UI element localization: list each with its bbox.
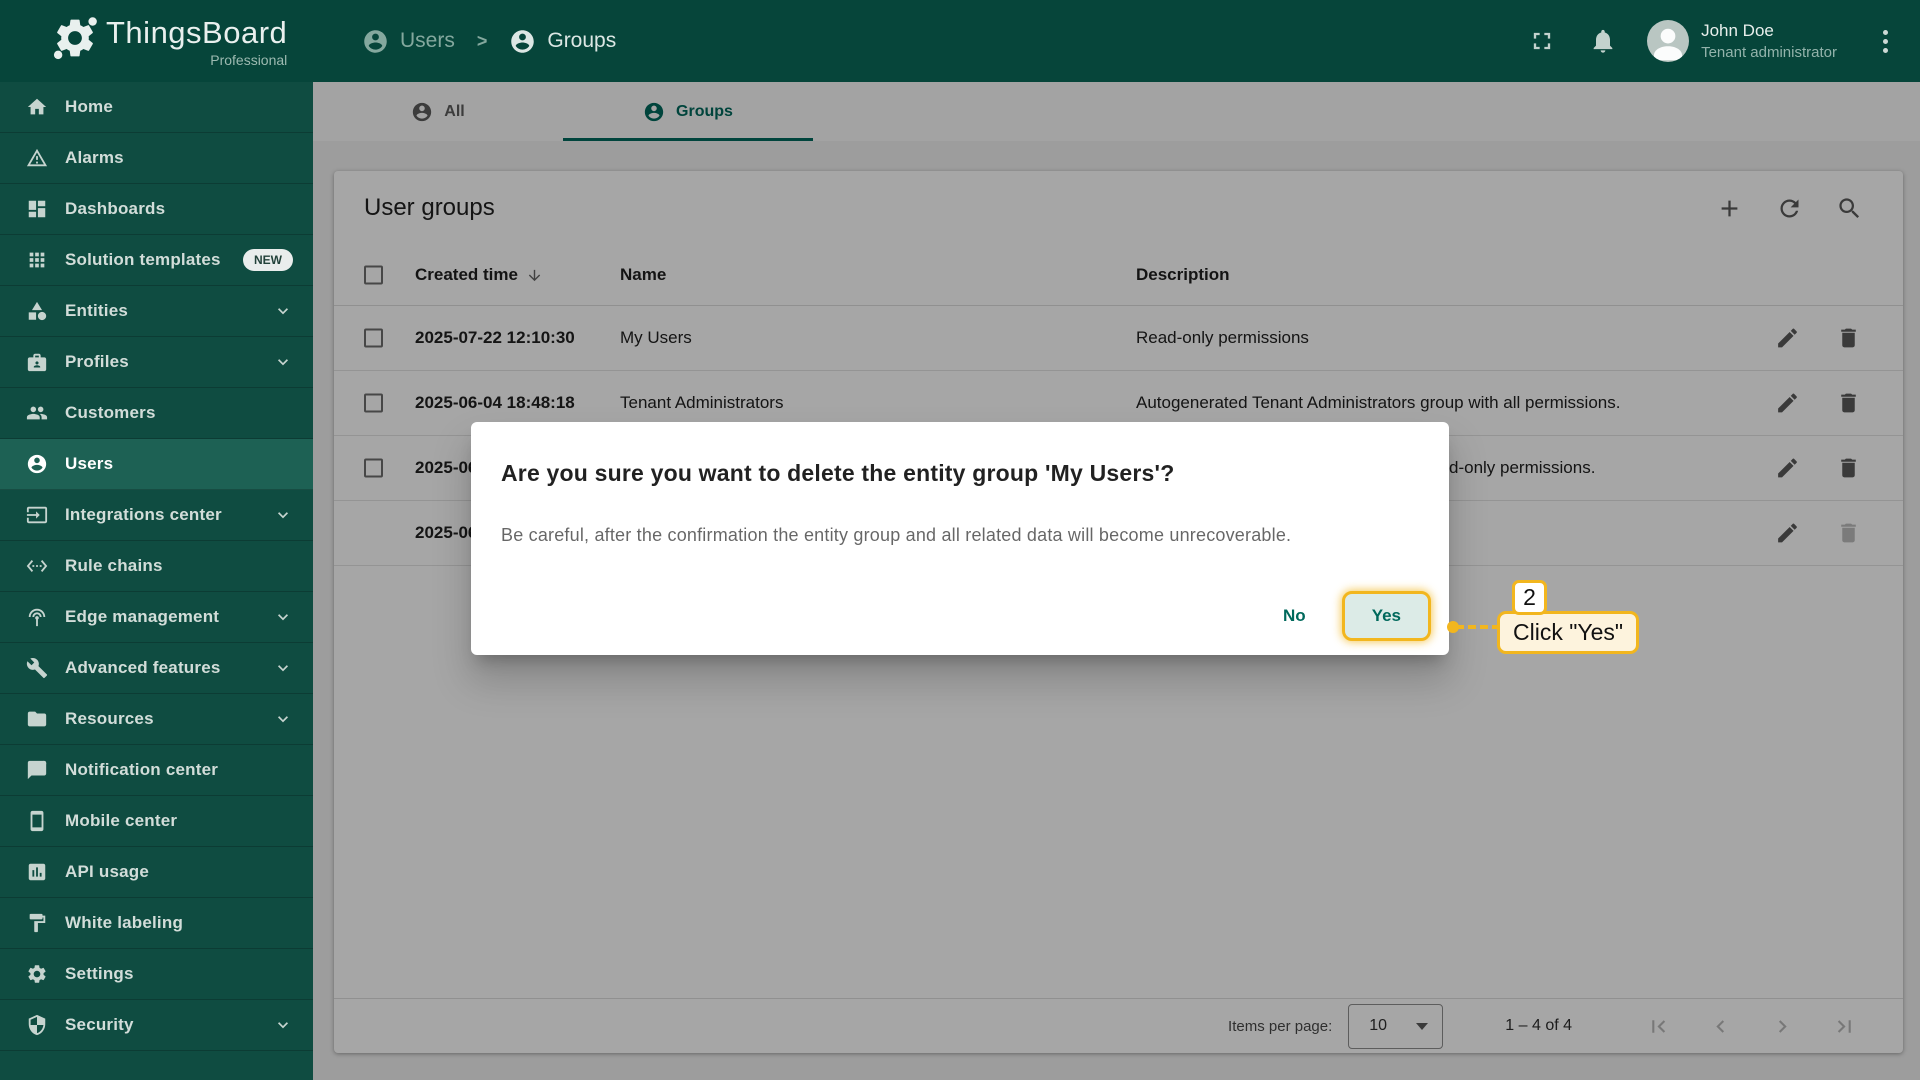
sidebar-item-label: Solution templates bbox=[65, 250, 221, 269]
sidebar-item-label: Settings bbox=[65, 964, 134, 983]
dialog-title: Are you sure you want to delete the enti… bbox=[501, 460, 1175, 486]
user-info[interactable]: John Doe Tenant administrator bbox=[1701, 21, 1837, 61]
sidebar-item-edge-management[interactable]: Edge management bbox=[0, 592, 313, 643]
sidebar-item-label: Users bbox=[65, 454, 114, 473]
sidebar-item-advanced-features[interactable]: Advanced features bbox=[0, 643, 313, 694]
warning-icon bbox=[26, 147, 48, 169]
gear-icon bbox=[26, 963, 48, 985]
breadcrumb: Users > Groups bbox=[362, 0, 616, 82]
sidebar-item-label: Mobile center bbox=[65, 811, 178, 830]
breadcrumb-item-users[interactable]: Users bbox=[362, 28, 455, 55]
avatar[interactable] bbox=[1647, 20, 1690, 62]
sidebar-item-resources[interactable]: Resources bbox=[0, 694, 313, 745]
chat-icon bbox=[26, 759, 48, 781]
no-button[interactable]: No bbox=[1263, 594, 1326, 638]
sidebar-item-home[interactable]: Home bbox=[0, 82, 313, 133]
person-icon bbox=[26, 453, 48, 475]
category-icon bbox=[26, 300, 48, 322]
chevron-down-icon bbox=[273, 1015, 293, 1035]
sidebar-item-dashboards[interactable]: Dashboards bbox=[0, 184, 313, 235]
new-badge: NEW bbox=[243, 249, 293, 271]
wrench-icon bbox=[26, 657, 48, 679]
annotation-step-badge: 2 bbox=[1512, 580, 1547, 615]
breadcrumb-separator: > bbox=[476, 30, 488, 51]
user-name: John Doe bbox=[1701, 21, 1774, 40]
chevron-down-icon bbox=[273, 709, 293, 729]
sidebar-item-security[interactable]: Security bbox=[0, 1000, 313, 1051]
sidebar-item-integrations-center[interactable]: Integrations center bbox=[0, 490, 313, 541]
shield-icon bbox=[26, 1014, 48, 1036]
sidebar-item-profiles[interactable]: Profiles bbox=[0, 337, 313, 388]
chevron-down-icon bbox=[273, 505, 293, 525]
breadcrumb-label: Users bbox=[400, 29, 455, 52]
phone-icon bbox=[26, 810, 48, 832]
sidebar-item-label: Advanced features bbox=[65, 658, 221, 677]
sidebar-item-customers[interactable]: Customers bbox=[0, 388, 313, 439]
annotation-connector-line bbox=[1456, 625, 1500, 629]
grid-icon bbox=[26, 249, 48, 271]
sidebar-item-label: Dashboards bbox=[65, 199, 166, 218]
chart-icon bbox=[26, 861, 48, 883]
fullscreen-icon[interactable] bbox=[1528, 27, 1556, 55]
sidebar-item-solution-templates[interactable]: Solution templates NEW bbox=[0, 235, 313, 286]
sidebar-item-mobile-center[interactable]: Mobile center bbox=[0, 796, 313, 847]
person-icon bbox=[1647, 20, 1689, 62]
sidebar: Home Alarms Dashboards Solution templates NE… bbox=[0, 82, 313, 1080]
breadcrumb-label: Groups bbox=[547, 29, 617, 52]
yes-button[interactable]: Yes bbox=[1341, 591, 1431, 641]
sidebar-item-api-usage[interactable]: API usage bbox=[0, 847, 313, 898]
people-icon bbox=[26, 402, 48, 424]
sidebar-item-label: Security bbox=[65, 1015, 134, 1034]
app-header: ThingsBoard Professional Users > Groups … bbox=[0, 0, 1920, 82]
chevron-down-icon bbox=[273, 301, 293, 321]
sidebar-item-label: Notification center bbox=[65, 760, 219, 779]
sidebar-item-label: API usage bbox=[65, 862, 149, 881]
sidebar-item-label: Edge management bbox=[65, 607, 220, 626]
folder-icon bbox=[26, 708, 48, 730]
sidebar-item-label: Customers bbox=[65, 403, 156, 422]
user-role: Tenant administrator bbox=[1701, 44, 1837, 61]
sidebar-item-label: Home bbox=[65, 97, 114, 116]
input-icon bbox=[26, 504, 48, 526]
sidebar-item-label: Entities bbox=[65, 301, 129, 320]
sidebar-item-label: Integrations center bbox=[65, 505, 222, 524]
sidebar-item-white-labeling[interactable]: White labeling bbox=[0, 898, 313, 949]
person-icon bbox=[362, 28, 389, 55]
person-icon bbox=[509, 28, 536, 55]
chevron-down-icon bbox=[273, 658, 293, 678]
sidebar-item-rule-chains[interactable]: Rule chains bbox=[0, 541, 313, 592]
sidebar-item-label: Rule chains bbox=[65, 556, 163, 575]
sidebar-item-users[interactable]: Users bbox=[0, 439, 313, 490]
sidebar-item-notification-center[interactable]: Notification center bbox=[0, 745, 313, 796]
dialog-message: Be careful, after the confirmation the e… bbox=[501, 525, 1292, 545]
sidebar-item-label: Resources bbox=[65, 709, 154, 728]
sidebar-item-alarms[interactable]: Alarms bbox=[0, 133, 313, 184]
brand-edition: Professional bbox=[210, 52, 288, 68]
delete-confirmation-dialog: Are you sure you want to delete the enti… bbox=[471, 422, 1449, 655]
dashboards-icon bbox=[26, 198, 48, 220]
home-icon bbox=[26, 96, 48, 118]
thingsboard-logo[interactable]: ThingsBoard Professional bbox=[52, 15, 287, 68]
sidebar-item-entities[interactable]: Entities bbox=[0, 286, 313, 337]
breadcrumb-item-groups[interactable]: Groups bbox=[509, 28, 616, 55]
paint-icon bbox=[26, 912, 48, 934]
badge-icon bbox=[26, 351, 48, 373]
bell-icon[interactable] bbox=[1589, 27, 1617, 55]
sidebar-item-label: Profiles bbox=[65, 352, 129, 371]
ethernet-icon bbox=[26, 555, 48, 577]
sidebar-item-label: Alarms bbox=[65, 148, 124, 167]
annotation-label: Click "Yes" bbox=[1497, 611, 1640, 654]
brand-name: ThingsBoard bbox=[106, 15, 288, 50]
sidebar-item-settings[interactable]: Settings bbox=[0, 949, 313, 1000]
antenna-icon bbox=[26, 606, 48, 628]
chevron-down-icon bbox=[273, 607, 293, 627]
chevron-down-icon bbox=[273, 352, 293, 372]
sidebar-item-label: White labeling bbox=[65, 913, 184, 932]
thingsboard-logo-icon bbox=[52, 15, 98, 61]
kebab-menu-icon[interactable] bbox=[1879, 26, 1892, 57]
